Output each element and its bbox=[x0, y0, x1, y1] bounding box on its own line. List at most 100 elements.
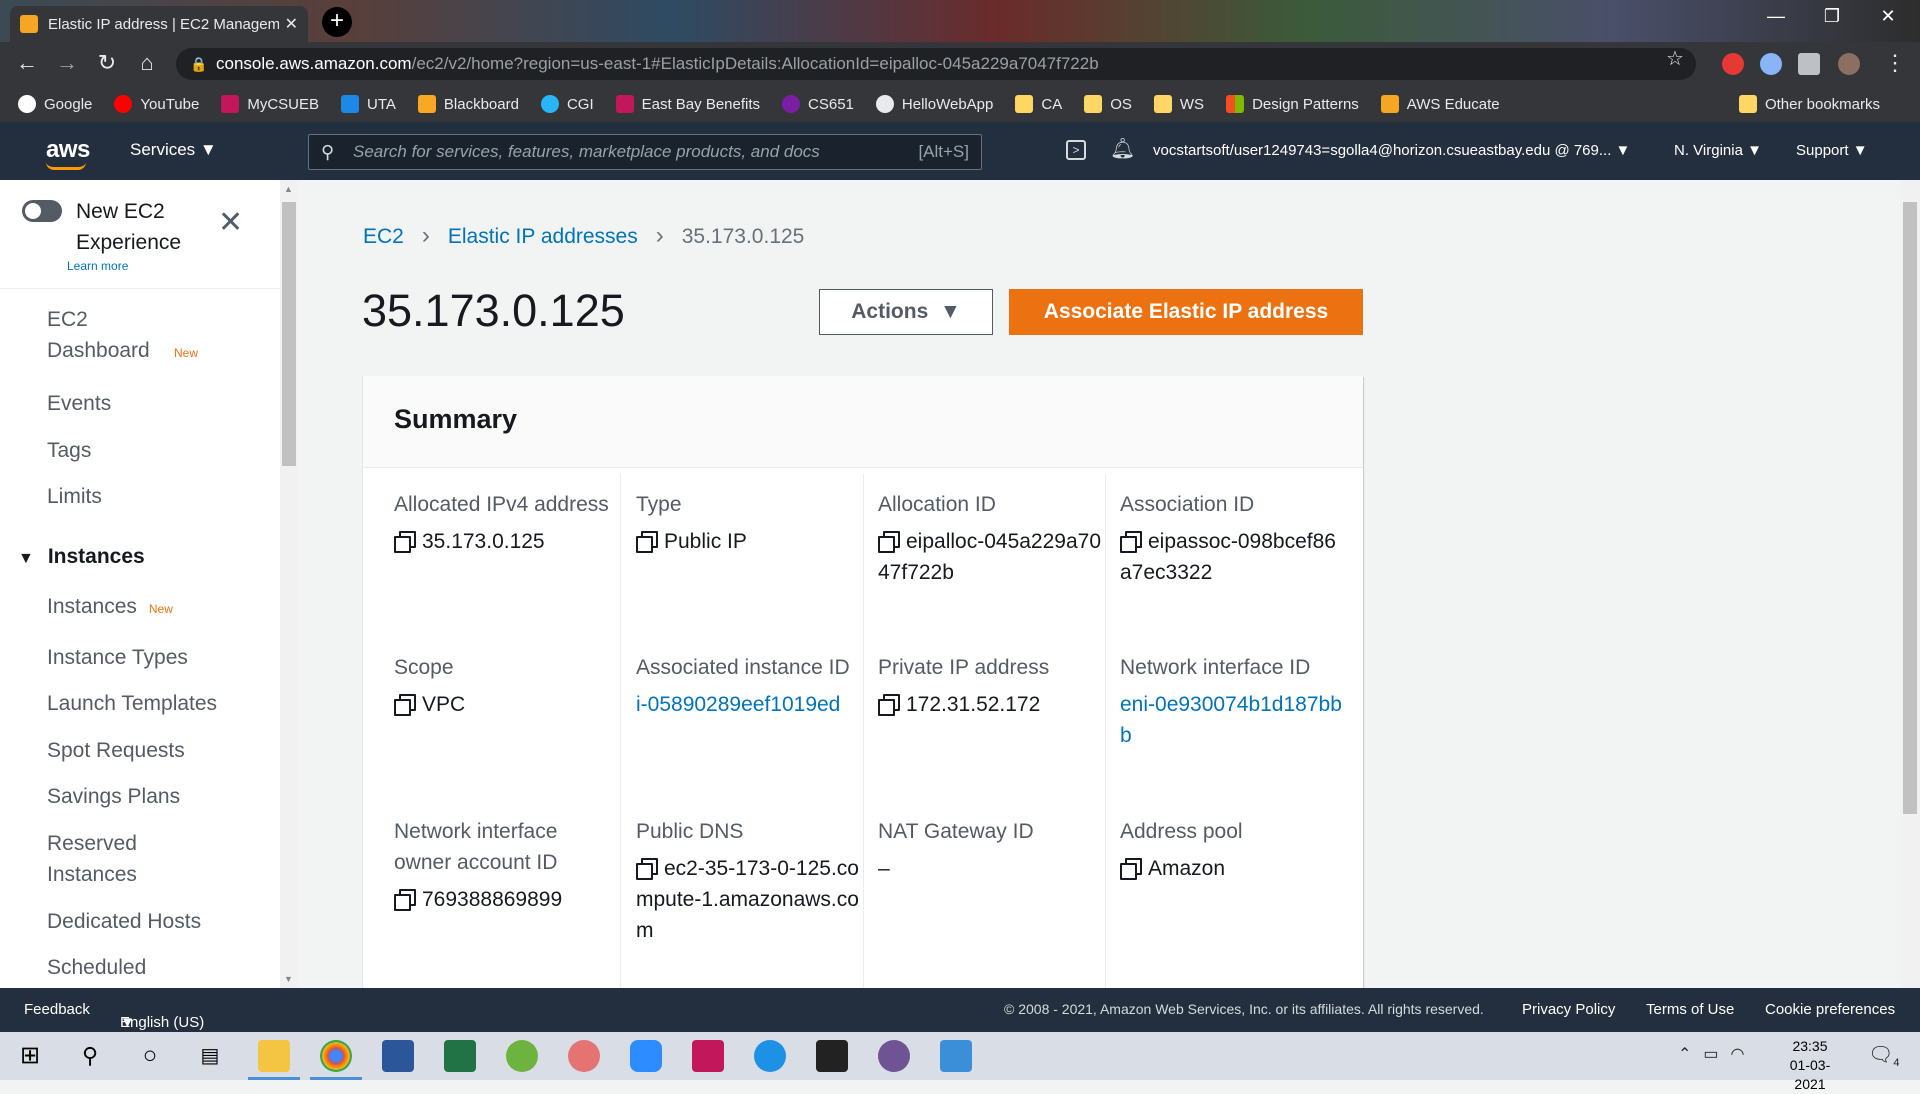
browser-tab[interactable]: Elastic IP address | EC2 Managem ✕ bbox=[10, 6, 308, 42]
associate-elastic-ip-button[interactable]: Associate Elastic IP address bbox=[1009, 289, 1363, 335]
new-experience-toggle[interactable] bbox=[22, 200, 62, 222]
sidebar-item-launch-templates[interactable]: Launch Templates bbox=[47, 688, 217, 719]
sidebar-item-limits[interactable]: Limits bbox=[47, 481, 102, 512]
notifications-icon[interactable]: 🗨︎4 bbox=[1868, 1042, 1900, 1069]
bookmark-uta[interactable]: UTA bbox=[341, 95, 396, 113]
photos-icon[interactable] bbox=[940, 1040, 972, 1072]
copy-icon[interactable] bbox=[1120, 531, 1142, 553]
copy-icon[interactable] bbox=[1120, 858, 1142, 880]
scrollbar-thumb[interactable] bbox=[1903, 202, 1917, 814]
clock[interactable]: 23:35 01-03-2021 bbox=[1775, 1037, 1845, 1094]
sidebar-item-instance-types[interactable]: Instance Types bbox=[47, 642, 188, 673]
sidebar-scrollbar[interactable]: ▲ ▼ bbox=[280, 180, 298, 988]
sidebar-item-instances[interactable]: Instances New bbox=[47, 591, 173, 625]
breadcrumb-elastic-ip-addresses[interactable]: Elastic IP addresses bbox=[448, 225, 638, 248]
rubymine-icon[interactable] bbox=[692, 1040, 724, 1072]
close-window-icon[interactable]: ✕ bbox=[1868, 6, 1908, 27]
actions-button[interactable]: Actions ▼ bbox=[819, 289, 993, 335]
bookmark-hellowebapp[interactable]: HelloWebApp bbox=[875, 95, 993, 113]
new-tab-button[interactable]: + bbox=[322, 7, 352, 37]
minimize-icon[interactable]: — bbox=[1756, 6, 1796, 27]
services-menu[interactable]: Services ▼ bbox=[130, 140, 217, 160]
sidebar-item-savings-plans[interactable]: Savings Plans bbox=[47, 781, 180, 812]
scroll-up-icon[interactable]: ▲ bbox=[284, 184, 293, 194]
cookie-preferences-link[interactable]: Cookie preferences bbox=[1765, 1001, 1895, 1018]
bookmark-cgi[interactable]: CGI bbox=[540, 95, 594, 113]
bookmark-os[interactable]: OS bbox=[1084, 95, 1132, 113]
scrollbar-thumb[interactable] bbox=[282, 202, 296, 466]
bookmark-aws-educate[interactable]: AWS Educate bbox=[1380, 95, 1500, 113]
sidebar-item-ec2-dashboard[interactable]: EC2 Dashboard New bbox=[47, 304, 198, 369]
excel-icon[interactable] bbox=[444, 1040, 476, 1072]
reload-icon[interactable]: ↻ bbox=[92, 50, 122, 76]
search-icon[interactable]: ⚲ bbox=[74, 1040, 106, 1072]
extension-icon[interactable] bbox=[1722, 53, 1744, 75]
system-tray[interactable]: ⌃▭◠ bbox=[1678, 1044, 1756, 1064]
sidebar-item-scheduled[interactable]: Scheduled bbox=[47, 952, 146, 983]
chrome-icon[interactable] bbox=[310, 1040, 362, 1080]
snipping-tool-icon[interactable] bbox=[568, 1040, 600, 1072]
menu-kebab-icon[interactable]: ⋮ bbox=[1880, 50, 1910, 76]
other-bookmarks[interactable]: Other bookmarks bbox=[1738, 86, 1880, 122]
privacy-policy-link[interactable]: Privacy Policy bbox=[1522, 1001, 1615, 1018]
copy-icon[interactable] bbox=[394, 889, 416, 911]
cloudshell-icon[interactable]: > bbox=[1066, 140, 1086, 160]
breadcrumb-ec2[interactable]: EC2 bbox=[363, 225, 404, 248]
extension-icon[interactable] bbox=[1760, 53, 1782, 75]
profile-avatar[interactable] bbox=[1838, 53, 1860, 75]
file-explorer-icon[interactable] bbox=[248, 1040, 300, 1080]
copy-icon[interactable] bbox=[394, 531, 416, 553]
associated-instance-link[interactable]: i-05890289eef1019ed bbox=[636, 689, 862, 720]
extensions-puzzle-icon[interactable] bbox=[1798, 53, 1820, 75]
sidebar-item-tags[interactable]: Tags bbox=[47, 435, 91, 466]
bookmark-ws[interactable]: WS bbox=[1153, 95, 1204, 113]
sidebar-item-events[interactable]: Events bbox=[47, 388, 111, 419]
sidebar-section-instances[interactable]: ▼ Instances bbox=[18, 545, 145, 569]
network-interface-link[interactable]: eni-0e930074b1d187bbb bbox=[1120, 689, 1346, 751]
back-icon[interactable]: ← bbox=[12, 50, 42, 76]
address-bar[interactable]: 🔒 console.aws.amazon.com/ec2/v2/home?reg… bbox=[176, 48, 1696, 80]
home-icon[interactable]: ⌂ bbox=[132, 50, 162, 76]
restore-icon[interactable]: ❐ bbox=[1812, 6, 1852, 27]
bell-icon[interactable]: 🔔︎ bbox=[1110, 136, 1135, 161]
zoom-icon[interactable] bbox=[630, 1040, 662, 1072]
bookmark-youtube[interactable]: YouTube bbox=[114, 95, 199, 113]
copy-icon[interactable] bbox=[878, 694, 900, 716]
aws-logo[interactable]: aws bbox=[46, 136, 90, 170]
copy-icon[interactable] bbox=[636, 531, 658, 553]
close-icon[interactable]: ✕ bbox=[218, 208, 243, 238]
bookmark-google[interactable]: Google bbox=[18, 95, 92, 113]
account-menu[interactable]: vocstartsoft/user1249743=sgolla4@horizon… bbox=[1153, 142, 1630, 159]
scroll-down-icon[interactable]: ▼ bbox=[284, 974, 293, 984]
sidebar-item-spot-requests[interactable]: Spot Requests bbox=[47, 735, 185, 766]
bookmark-cs651[interactable]: CS651 bbox=[782, 95, 854, 113]
learn-more-link[interactable]: Learn more bbox=[67, 259, 128, 273]
sidebar-item-reserved-instances[interactable]: Reserved Instances bbox=[47, 828, 157, 890]
bookmark-star-icon[interactable]: ☆ bbox=[1666, 46, 1684, 71]
feedback-link[interactable]: Feedback bbox=[24, 1001, 90, 1018]
bookmark-east-bay-benefits[interactable]: East Bay Benefits bbox=[615, 95, 760, 113]
aws-search-input[interactable]: ⚲ Search for services, features, marketp… bbox=[308, 134, 982, 170]
docker-icon[interactable] bbox=[754, 1040, 786, 1072]
copy-icon[interactable] bbox=[878, 531, 900, 553]
sidebar-item-dedicated-hosts[interactable]: Dedicated Hosts bbox=[47, 906, 201, 937]
forward-icon[interactable]: → bbox=[52, 50, 82, 76]
copy-icon[interactable] bbox=[636, 858, 658, 880]
task-view-icon[interactable]: ▤ bbox=[194, 1040, 226, 1072]
copy-icon[interactable] bbox=[394, 694, 416, 716]
word-icon[interactable] bbox=[382, 1040, 414, 1072]
github-icon[interactable] bbox=[878, 1040, 910, 1072]
close-tab-icon[interactable]: ✕ bbox=[285, 14, 298, 34]
cortana-icon[interactable]: ○ bbox=[134, 1040, 166, 1072]
main-scrollbar[interactable] bbox=[1900, 180, 1920, 988]
bookmark-design-patterns[interactable]: Design Patterns bbox=[1226, 95, 1359, 113]
bookmark-mycsueb[interactable]: MyCSUEB bbox=[221, 95, 319, 113]
support-menu[interactable]: Support ▼ bbox=[1796, 142, 1868, 159]
spring-icon[interactable] bbox=[506, 1040, 538, 1072]
sticky-notes-icon[interactable] bbox=[816, 1040, 848, 1072]
bookmark-ca[interactable]: CA bbox=[1015, 95, 1062, 113]
windows-start-icon[interactable]: ⊞ bbox=[14, 1040, 46, 1072]
bookmark-blackboard[interactable]: Blackboard bbox=[417, 95, 519, 113]
terms-of-use-link[interactable]: Terms of Use bbox=[1646, 1001, 1734, 1018]
region-menu[interactable]: N. Virginia ▼ bbox=[1674, 142, 1762, 159]
